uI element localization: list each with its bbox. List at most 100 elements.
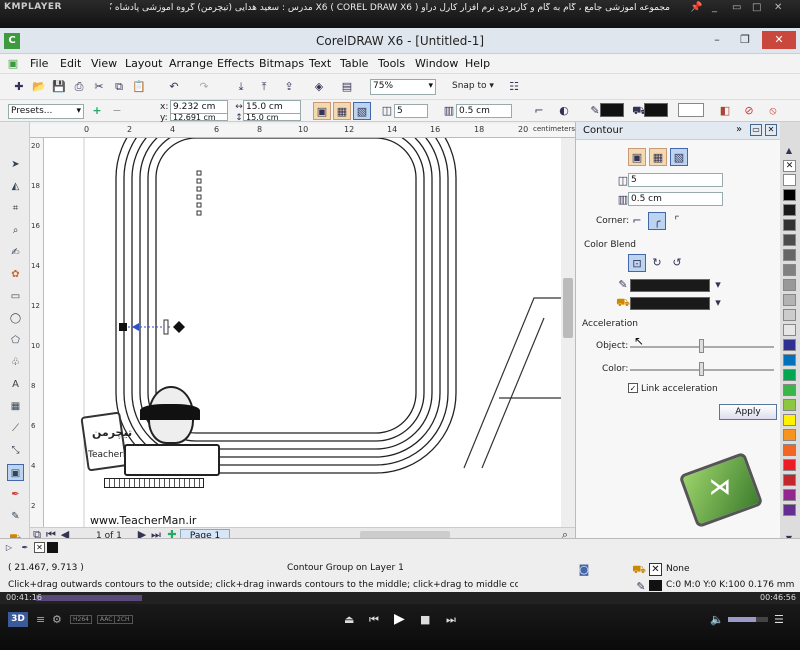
options-icon[interactable]: ☷ bbox=[505, 78, 523, 96]
text-tool-icon[interactable]: A bbox=[7, 376, 24, 393]
kmp-close-icon[interactable]: ✕ bbox=[774, 2, 782, 13]
palette-swatch[interactable] bbox=[783, 429, 796, 441]
export-icon[interactable]: ⤒ bbox=[255, 78, 273, 96]
menu-bitmaps[interactable]: Bitmaps bbox=[259, 57, 304, 70]
pick-tool-icon[interactable]: ➤ bbox=[7, 156, 24, 173]
outline-color-picker[interactable] bbox=[630, 279, 710, 292]
polygon-tool-icon[interactable]: ⬠ bbox=[7, 332, 24, 349]
previous-track-icon[interactable]: ⏮ bbox=[369, 613, 379, 627]
color-slider-thumb[interactable] bbox=[699, 362, 704, 376]
scrollbar-thumb[interactable] bbox=[563, 278, 573, 338]
palette-swatch[interactable] bbox=[783, 414, 796, 426]
contour-corners-icon[interactable]: ⌐ bbox=[530, 102, 548, 120]
document-icon[interactable]: ▣ bbox=[4, 55, 22, 73]
drawing-canvas[interactable]: تیچرمن TeacherMan www.TeacherMan.ir bbox=[44, 138, 561, 527]
basic-shapes-tool-icon[interactable]: ♧ bbox=[7, 354, 24, 371]
object-slider-thumb[interactable] bbox=[699, 339, 704, 353]
horizontal-ruler[interactable]: 0 2 4 6 8 10 12 14 16 18 20 centimeters bbox=[30, 124, 575, 138]
contour-color-direction-icon[interactable]: ◐ bbox=[555, 102, 573, 120]
contour-tool-icon[interactable]: ▣ bbox=[7, 464, 24, 481]
color-eyedropper-tool-icon[interactable]: ✒ bbox=[7, 486, 24, 503]
paste-icon[interactable]: 📋 bbox=[130, 78, 148, 96]
palette-swatch[interactable] bbox=[783, 459, 796, 471]
smart-fill-tool-icon[interactable]: ✿ bbox=[7, 266, 24, 283]
vertical-ruler[interactable]: 20 18 16 14 12 10 8 6 4 2 bbox=[30, 138, 44, 538]
fill-color-picker[interactable] bbox=[630, 297, 710, 310]
x-position-field[interactable]: 9.232 cm bbox=[170, 100, 228, 114]
menu-view[interactable]: View bbox=[91, 57, 117, 70]
welcome-screen-icon[interactable]: ▤ bbox=[338, 78, 356, 96]
minimize-button[interactable]: – bbox=[704, 31, 730, 49]
restore-button[interactable]: ❐ bbox=[732, 31, 758, 49]
letter-a-outline[interactable] bbox=[463, 297, 561, 469]
palette-swatch[interactable] bbox=[783, 324, 796, 336]
palette-swatch[interactable] bbox=[783, 264, 796, 276]
crop-tool-icon[interactable]: ⌗ bbox=[7, 200, 24, 217]
palette-swatch[interactable] bbox=[783, 444, 796, 456]
new-document-icon[interactable]: ✚ bbox=[10, 78, 28, 96]
kmp-maximize-icon[interactable]: □ bbox=[752, 2, 761, 13]
corner-round-icon[interactable]: ╭ bbox=[648, 212, 666, 230]
outline-color-swatch[interactable] bbox=[600, 103, 624, 117]
dimension-tool-icon[interactable]: ⟋ bbox=[7, 420, 24, 437]
docker-close-icon[interactable]: ✕ bbox=[765, 124, 777, 136]
eyedropper-icon[interactable]: ✒ bbox=[18, 539, 32, 557]
menu-file[interactable]: File bbox=[30, 57, 48, 70]
width-field[interactable]: 15.0 cm bbox=[243, 100, 301, 114]
y-position-field[interactable]: 12.691 cm bbox=[170, 113, 228, 122]
docker-expand-icon[interactable]: » bbox=[736, 124, 742, 135]
docker-offset-field[interactable]: 0.5 cm bbox=[628, 192, 723, 206]
clockwise-color-icon[interactable]: ↻ bbox=[648, 254, 666, 272]
palette-swatch[interactable] bbox=[783, 369, 796, 381]
stop-icon[interactable]: ■ bbox=[420, 613, 430, 626]
cut-icon[interactable]: ✂ bbox=[90, 78, 108, 96]
remove-preset-icon[interactable]: − bbox=[108, 102, 126, 120]
clear-contour-icon[interactable]: ⊘ bbox=[740, 102, 758, 120]
no-color-swatch[interactable]: ✕ bbox=[783, 160, 796, 172]
pin-icon[interactable]: 📌 bbox=[690, 2, 702, 13]
export-pdf-icon[interactable]: ⇪ bbox=[280, 78, 298, 96]
menu-table[interactable]: Table bbox=[340, 57, 368, 70]
rectangle-tool-icon[interactable]: ▭ bbox=[7, 288, 24, 305]
redo-icon[interactable]: ↷ bbox=[195, 78, 213, 96]
outside-icon[interactable]: ▧ bbox=[670, 148, 688, 166]
settings-icon[interactable]: ⚙ bbox=[52, 613, 62, 626]
palette-swatch[interactable] bbox=[783, 189, 796, 201]
freehand-tool-icon[interactable]: ✍ bbox=[7, 244, 24, 261]
playlist-icon[interactable]: ≡ bbox=[36, 613, 45, 626]
close-button[interactable]: ✕ bbox=[762, 31, 796, 49]
linear-color-icon[interactable]: ⊡ bbox=[628, 254, 646, 272]
shape-tool-icon[interactable]: ◭ bbox=[7, 178, 24, 195]
palette-swatch[interactable] bbox=[783, 354, 796, 366]
palette-swatch[interactable] bbox=[783, 474, 796, 486]
palette-swatch[interactable] bbox=[783, 399, 796, 411]
undo-icon[interactable]: ↶ bbox=[165, 78, 183, 96]
corner-miter-icon[interactable]: ⌐ bbox=[628, 212, 646, 230]
menu-edit[interactable]: Edit bbox=[60, 57, 81, 70]
corner-bevel-icon[interactable]: ⌜ bbox=[668, 212, 686, 230]
to-center-icon[interactable]: ▣ bbox=[628, 148, 646, 166]
menu-arrange[interactable]: Arrange bbox=[169, 57, 213, 70]
palette-swatch[interactable] bbox=[783, 309, 796, 321]
palette-swatch[interactable] bbox=[783, 234, 796, 246]
palette-swatch[interactable] bbox=[783, 249, 796, 261]
no-entry-icon[interactable]: ⦸ bbox=[764, 102, 782, 120]
contour-outside-icon[interactable]: ▧ bbox=[353, 102, 371, 120]
print-icon[interactable]: ⎙ bbox=[70, 78, 88, 96]
counterclockwise-color-icon[interactable]: ↺ bbox=[668, 254, 686, 272]
snap-to-dropdown[interactable]: Snap to ▾ bbox=[452, 81, 494, 91]
add-preset-icon[interactable]: + bbox=[88, 102, 106, 120]
kmp-minimize-icon[interactable]: _ bbox=[712, 2, 717, 13]
menu-icon[interactable]: ☰ bbox=[774, 613, 784, 626]
next-track-icon[interactable]: ⏭ bbox=[446, 613, 456, 627]
palette-swatch[interactable] bbox=[783, 384, 796, 396]
import-icon[interactable]: ⤓ bbox=[232, 78, 250, 96]
play-macro-icon[interactable]: ▷ bbox=[2, 539, 16, 557]
eject-icon[interactable]: ⏏ bbox=[344, 613, 354, 626]
volume-icon[interactable]: 🔈 bbox=[710, 613, 724, 626]
fill-color-swatch[interactable] bbox=[644, 103, 668, 117]
inside-icon[interactable]: ▦ bbox=[649, 148, 667, 166]
menu-layout[interactable]: Layout bbox=[125, 57, 162, 70]
contour-interactive-arrow[interactable] bbox=[119, 319, 185, 335]
menu-tools[interactable]: Tools bbox=[378, 57, 405, 70]
